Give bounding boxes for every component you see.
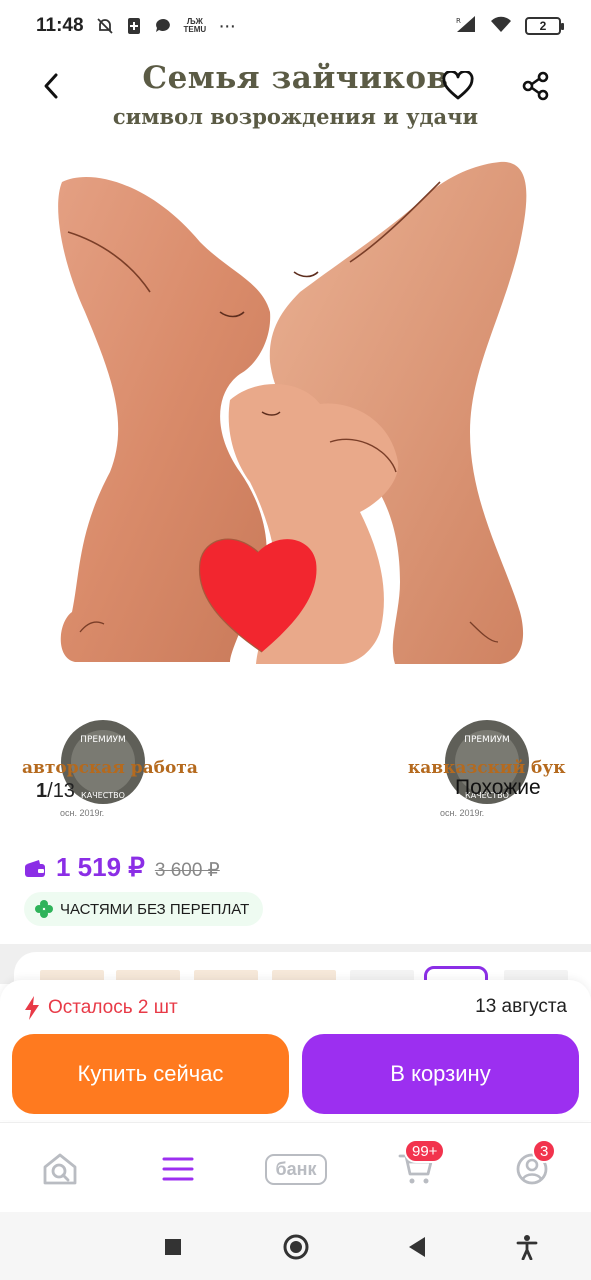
wifi-icon [489, 15, 513, 38]
split-payment-label: ЧАСТЯМИ БЕЗ ПЕРЕПЛАТ [60, 900, 250, 918]
svg-text:ПРЕМИУМ: ПРЕМИУМ [464, 735, 510, 745]
split-payment-badge[interactable]: ЧАСТЯМИ БЕЗ ПЕРЕПЛАТ [24, 892, 264, 926]
svg-text:КАЧЕСТВО: КАЧЕСТВО [81, 791, 125, 800]
stock-label: Осталось 2 шт [48, 997, 178, 1018]
battery-icon: 2 [525, 17, 564, 35]
image-counter-total: 13 [52, 780, 75, 802]
image-counter-current: 1 [36, 780, 48, 802]
cart-badge: 99+ [404, 1139, 446, 1163]
recent-apps-button[interactable] [158, 1232, 188, 1262]
status-right: R 2 [455, 15, 564, 38]
status-time: 11:48 [36, 15, 84, 36]
square-icon [165, 1239, 181, 1255]
lightning-icon [25, 996, 39, 1020]
menu-icon [162, 1157, 194, 1181]
triangle-back-icon [409, 1237, 425, 1257]
price-row: 1 519 ₽ 3 600 ₽ [24, 852, 220, 883]
clover-icon [35, 900, 53, 918]
temu-label: TEMU [183, 25, 207, 34]
stamp-label-right: кавказский бук [408, 758, 566, 778]
accessibility-button[interactable] [512, 1232, 542, 1262]
stock-indicator: Осталось 2 шт [24, 996, 178, 1020]
sim-app-icon [126, 17, 142, 35]
image-title: Семья зайчиков [142, 60, 449, 96]
product-image [58, 161, 527, 664]
bank-label: банк [265, 1153, 327, 1185]
temu-icon: ЉЖ TEMU [184, 18, 207, 34]
accessibility-icon [516, 1235, 538, 1260]
muted-bell-icon [96, 17, 114, 35]
home-button[interactable] [281, 1232, 311, 1262]
back-system-button[interactable] [402, 1232, 432, 1262]
buy-now-button[interactable]: Купить сейчас [12, 1034, 289, 1114]
system-navigation [0, 1212, 591, 1280]
nav-home[interactable] [36, 1145, 84, 1193]
nav-bank[interactable]: банк [258, 1145, 334, 1193]
stamp-caption-left: осн. 2019г. [60, 808, 105, 818]
heart-outline-icon [442, 71, 474, 100]
old-price: 3 600 ₽ [154, 860, 220, 881]
stamp-label-left: авторская работа [22, 758, 198, 778]
stamp-caption-right: осн. 2019г. [440, 808, 485, 818]
favorite-button[interactable] [436, 64, 480, 108]
product-gallery[interactable]: Семья зайчиков символ возрождения и удач… [0, 52, 591, 842]
back-button[interactable] [30, 64, 74, 108]
home-search-icon [43, 1153, 77, 1185]
wallet-icon [25, 860, 45, 877]
similar-button[interactable]: Похожие [455, 776, 541, 800]
status-bar: 11:48 ЉЖ TEMU ··· R 2 [0, 0, 591, 52]
bottom-navigation: банк 99+ 3 [0, 1122, 591, 1212]
share-button[interactable] [514, 64, 558, 108]
current-price: 1 519 ₽ [56, 852, 145, 882]
price-card: 1 519 ₽ 3 600 ₽ ЧАСТЯМИ БЕЗ ПЕРЕПЛАТ [0, 822, 591, 944]
circle-icon [283, 1234, 309, 1260]
image-subtitle: символ возрождения и удачи [112, 104, 479, 129]
delivery-date: 13 августа [475, 996, 567, 1017]
image-counter: 1/13 [36, 780, 75, 803]
signal-icon: R [455, 15, 477, 38]
chevron-left-icon [44, 73, 58, 99]
nav-catalog[interactable] [154, 1145, 202, 1193]
svg-text:ПРЕМИУМ: ПРЕМИУМ [80, 735, 126, 745]
share-icon [522, 71, 549, 101]
svg-text:R: R [456, 17, 461, 25]
chat-icon [154, 17, 172, 35]
more-dots-icon: ··· [218, 14, 236, 37]
purchase-panel: Осталось 2 шт 13 августа Купить сейчас В… [0, 980, 591, 1120]
add-to-cart-button[interactable]: В корзину [302, 1034, 579, 1114]
